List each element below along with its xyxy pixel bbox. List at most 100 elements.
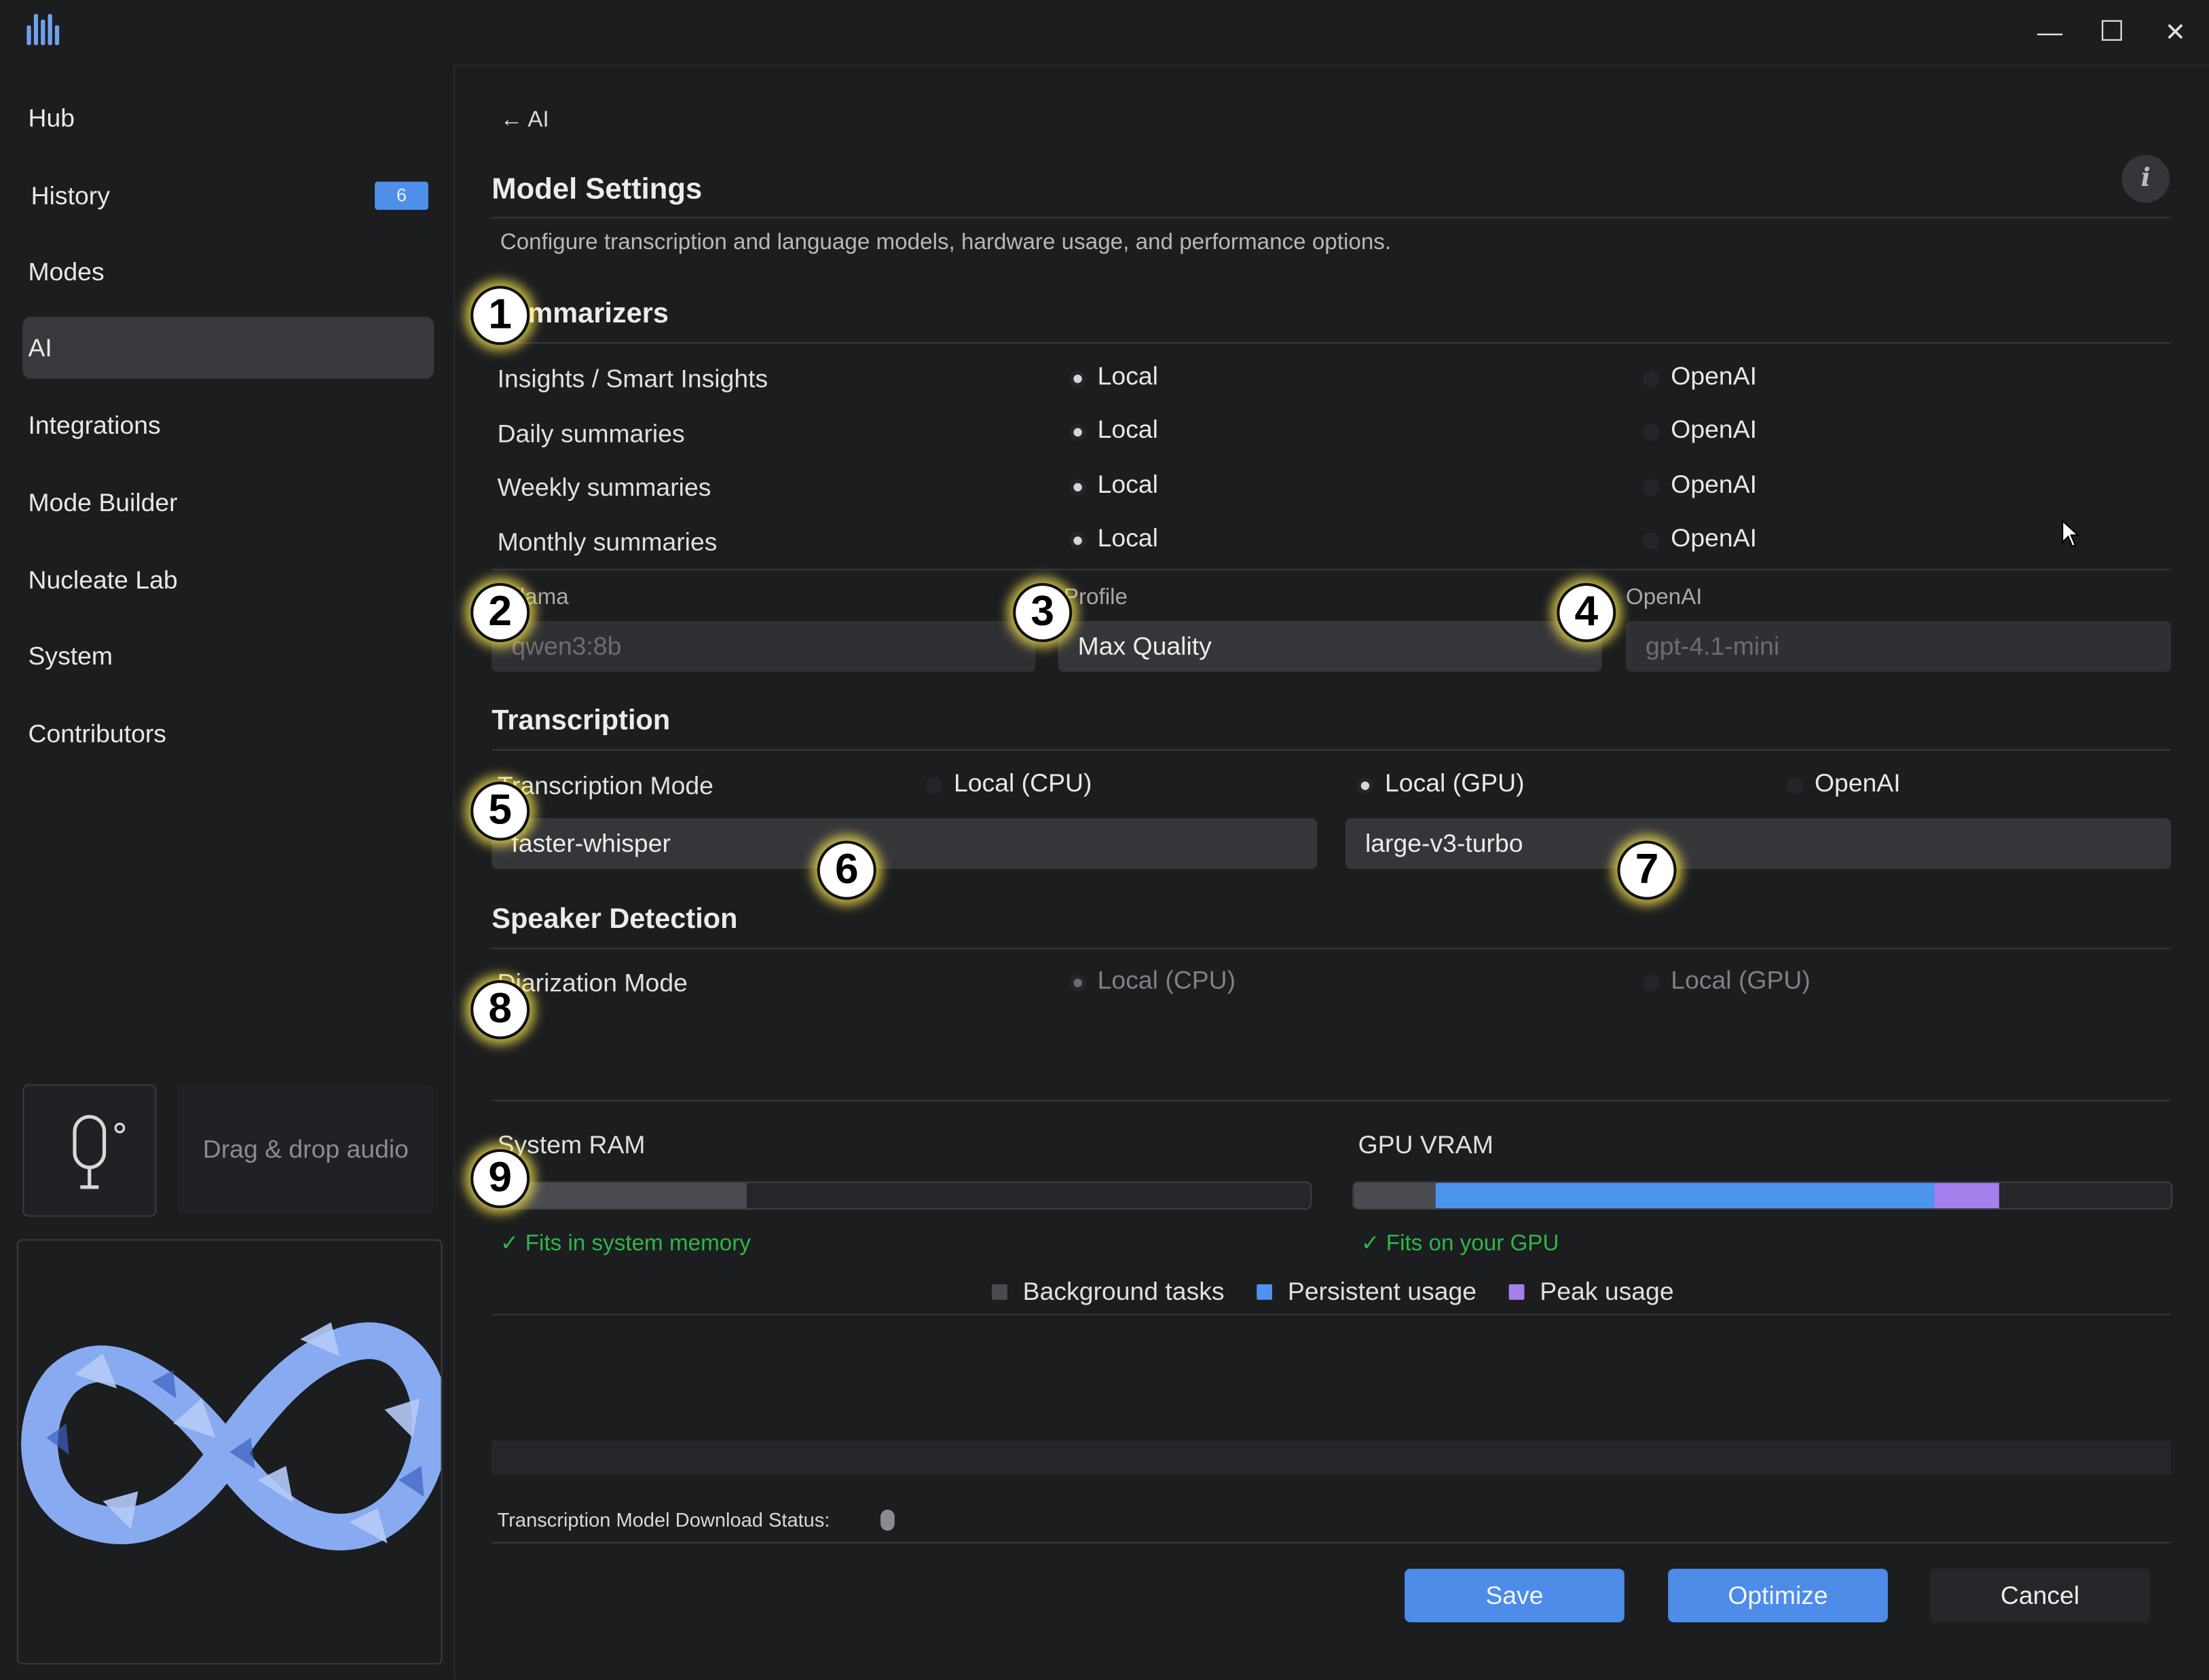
profile-select[interactable]: Max Quality (1058, 620, 1602, 672)
waveform-logo-icon (25, 14, 62, 48)
divider (491, 1313, 2172, 1315)
radio-label: Local (GPU) (1671, 966, 1811, 994)
callout-2: 2 (470, 582, 530, 643)
sidebar-item-history[interactable]: History 6 (22, 165, 434, 227)
maximize-icon[interactable]: ☐ (2091, 12, 2133, 54)
field-value: qwen3:8b (511, 632, 622, 660)
field-value: gpt-4.1-mini (1645, 632, 1780, 660)
sidebar-item-label: Mode Builder (28, 488, 178, 517)
download-status-label: Transcription Model Download Status: (497, 1508, 830, 1531)
download-status-indicator (880, 1509, 895, 1531)
divider (491, 1542, 2172, 1544)
callout-9: 9 (470, 1149, 530, 1209)
callout-8: 8 (470, 979, 530, 1040)
ram-fit-status: ✓ Fits in system memory (500, 1232, 751, 1256)
save-button[interactable]: Save (1405, 1569, 1625, 1622)
sidebar-item-nucleate-lab[interactable]: Nucleate Lab (22, 549, 434, 611)
gpu-vram-label: GPU VRAM (1358, 1130, 1493, 1159)
field-value: faster-whisper (511, 829, 671, 858)
divider (491, 948, 2172, 950)
openai-model-input[interactable]: gpt-4.1-mini (1625, 620, 2172, 672)
microphone-icon (73, 1115, 126, 1189)
sidebar-item-label: Modes (28, 257, 105, 286)
radio-label: OpenAI (1671, 523, 1757, 553)
transcription-engine-select[interactable]: faster-whisper (491, 818, 1318, 870)
vram-fit-status: ✓ Fits on your GPU (1360, 1232, 1559, 1256)
divider (491, 749, 2172, 751)
audio-drop-zone[interactable]: Drag & drop audio (177, 1084, 434, 1214)
callout-6: 6 (817, 840, 876, 900)
record-button[interactable] (22, 1084, 157, 1217)
speaker-detection-heading: Speaker Detection (491, 903, 738, 935)
legend-label: Persistent usage (1287, 1277, 1477, 1306)
minimize-icon[interactable]: — (2028, 12, 2071, 54)
page-description: Configure transcription and language mod… (500, 231, 1392, 255)
sidebar-item-integrations[interactable]: Integrations (22, 394, 434, 456)
optimize-button[interactable]: Optimize (1668, 1569, 1888, 1622)
divider (491, 217, 2172, 219)
app-window: — ☐ ✕ Hub History 6 Modes AI Integrations… (0, 0, 2209, 1680)
sidebar-item-mode-builder[interactable]: Mode Builder (22, 472, 434, 534)
sidebar-item-label: System (28, 642, 113, 671)
legend-swatch (1508, 1284, 1525, 1300)
radio-label: Local (1097, 523, 1158, 553)
info-icon[interactable]: i (2121, 155, 2170, 203)
radio-label: OpenAI (1671, 362, 1757, 390)
visualizer-shape-icon (21, 1322, 441, 1551)
divider (491, 569, 2172, 571)
back-link[interactable]: ← AI (500, 109, 549, 134)
radio-label: Local (1097, 415, 1158, 444)
sidebar-item-label: AI (28, 333, 52, 362)
sidebar-item-label: Nucleate Lab (28, 565, 178, 595)
radio-label: OpenAI (1671, 415, 1757, 444)
callout-7: 7 (1617, 840, 1677, 900)
radio-label: OpenAI (1814, 768, 1901, 798)
diarization-mode-label: Diarization Mode (497, 969, 688, 997)
sidebar-item-label: Integrations (28, 411, 161, 440)
cancel-button[interactable]: Cancel (1930, 1569, 2150, 1622)
sidebar-item-modes[interactable]: Modes (22, 241, 434, 303)
field-value: large-v3-turbo (1365, 829, 1523, 858)
radio-label: OpenAI (1671, 470, 1757, 499)
summarizer-row-label: Insights / Smart Insights (497, 365, 768, 393)
sidebar-item-hub[interactable]: Hub (22, 88, 434, 149)
sidebar-item-system[interactable]: System (22, 625, 434, 687)
audio-visualizer (16, 1239, 443, 1665)
sidebar-item-label: History (31, 181, 110, 210)
divider (491, 342, 2172, 344)
legend-swatch (1257, 1284, 1272, 1300)
callout-5: 5 (470, 781, 530, 841)
page-title: Model Settings (491, 173, 703, 206)
sidebar-item-contributors[interactable]: Contributors (22, 703, 434, 764)
sidebar: Hub History 6 Modes AI Integrations Mode … (0, 64, 456, 1680)
title-bar: — ☐ ✕ (0, 0, 2209, 67)
callout-1: 1 (470, 286, 530, 346)
radio-label: Local (CPU) (953, 768, 1092, 798)
gpu-vram-bar (1352, 1181, 2173, 1210)
summarizer-row-label: Monthly summaries (497, 527, 718, 557)
sidebar-item-label: Contributors (28, 720, 166, 748)
radio-label: Local (CPU) (1097, 966, 1236, 994)
transcription-model-select[interactable]: large-v3-turbo (1345, 818, 2172, 870)
summarizer-row-label: Daily summaries (497, 419, 685, 448)
summarizer-row-label: Weekly summaries (497, 473, 711, 502)
vram-peak-segment (1933, 1182, 2000, 1209)
mouse-cursor-icon (2062, 519, 2080, 548)
system-ram-bar (491, 1181, 1312, 1210)
ram-background-segment (493, 1182, 747, 1209)
sidebar-item-label: Hub (28, 104, 75, 133)
history-count-badge: 6 (375, 181, 428, 210)
divider (491, 1100, 2172, 1102)
callout-3: 3 (1013, 582, 1073, 643)
vram-persistent-segment (1435, 1182, 1934, 1209)
callout-4: 4 (1557, 582, 1616, 643)
legend-label: Background tasks (1022, 1277, 1225, 1306)
radio-label: Local (1097, 362, 1158, 390)
sidebar-item-ai[interactable]: AI (22, 316, 434, 379)
close-icon[interactable]: ✕ (2154, 12, 2196, 54)
field-value: Max Quality (1077, 632, 1212, 660)
transcription-mode-label: Transcription Mode (497, 771, 713, 800)
transcription-heading: Transcription (491, 705, 671, 737)
ollama-model-input[interactable]: qwen3:8b (491, 620, 1036, 672)
openai-model-label: OpenAI (1625, 586, 1703, 610)
